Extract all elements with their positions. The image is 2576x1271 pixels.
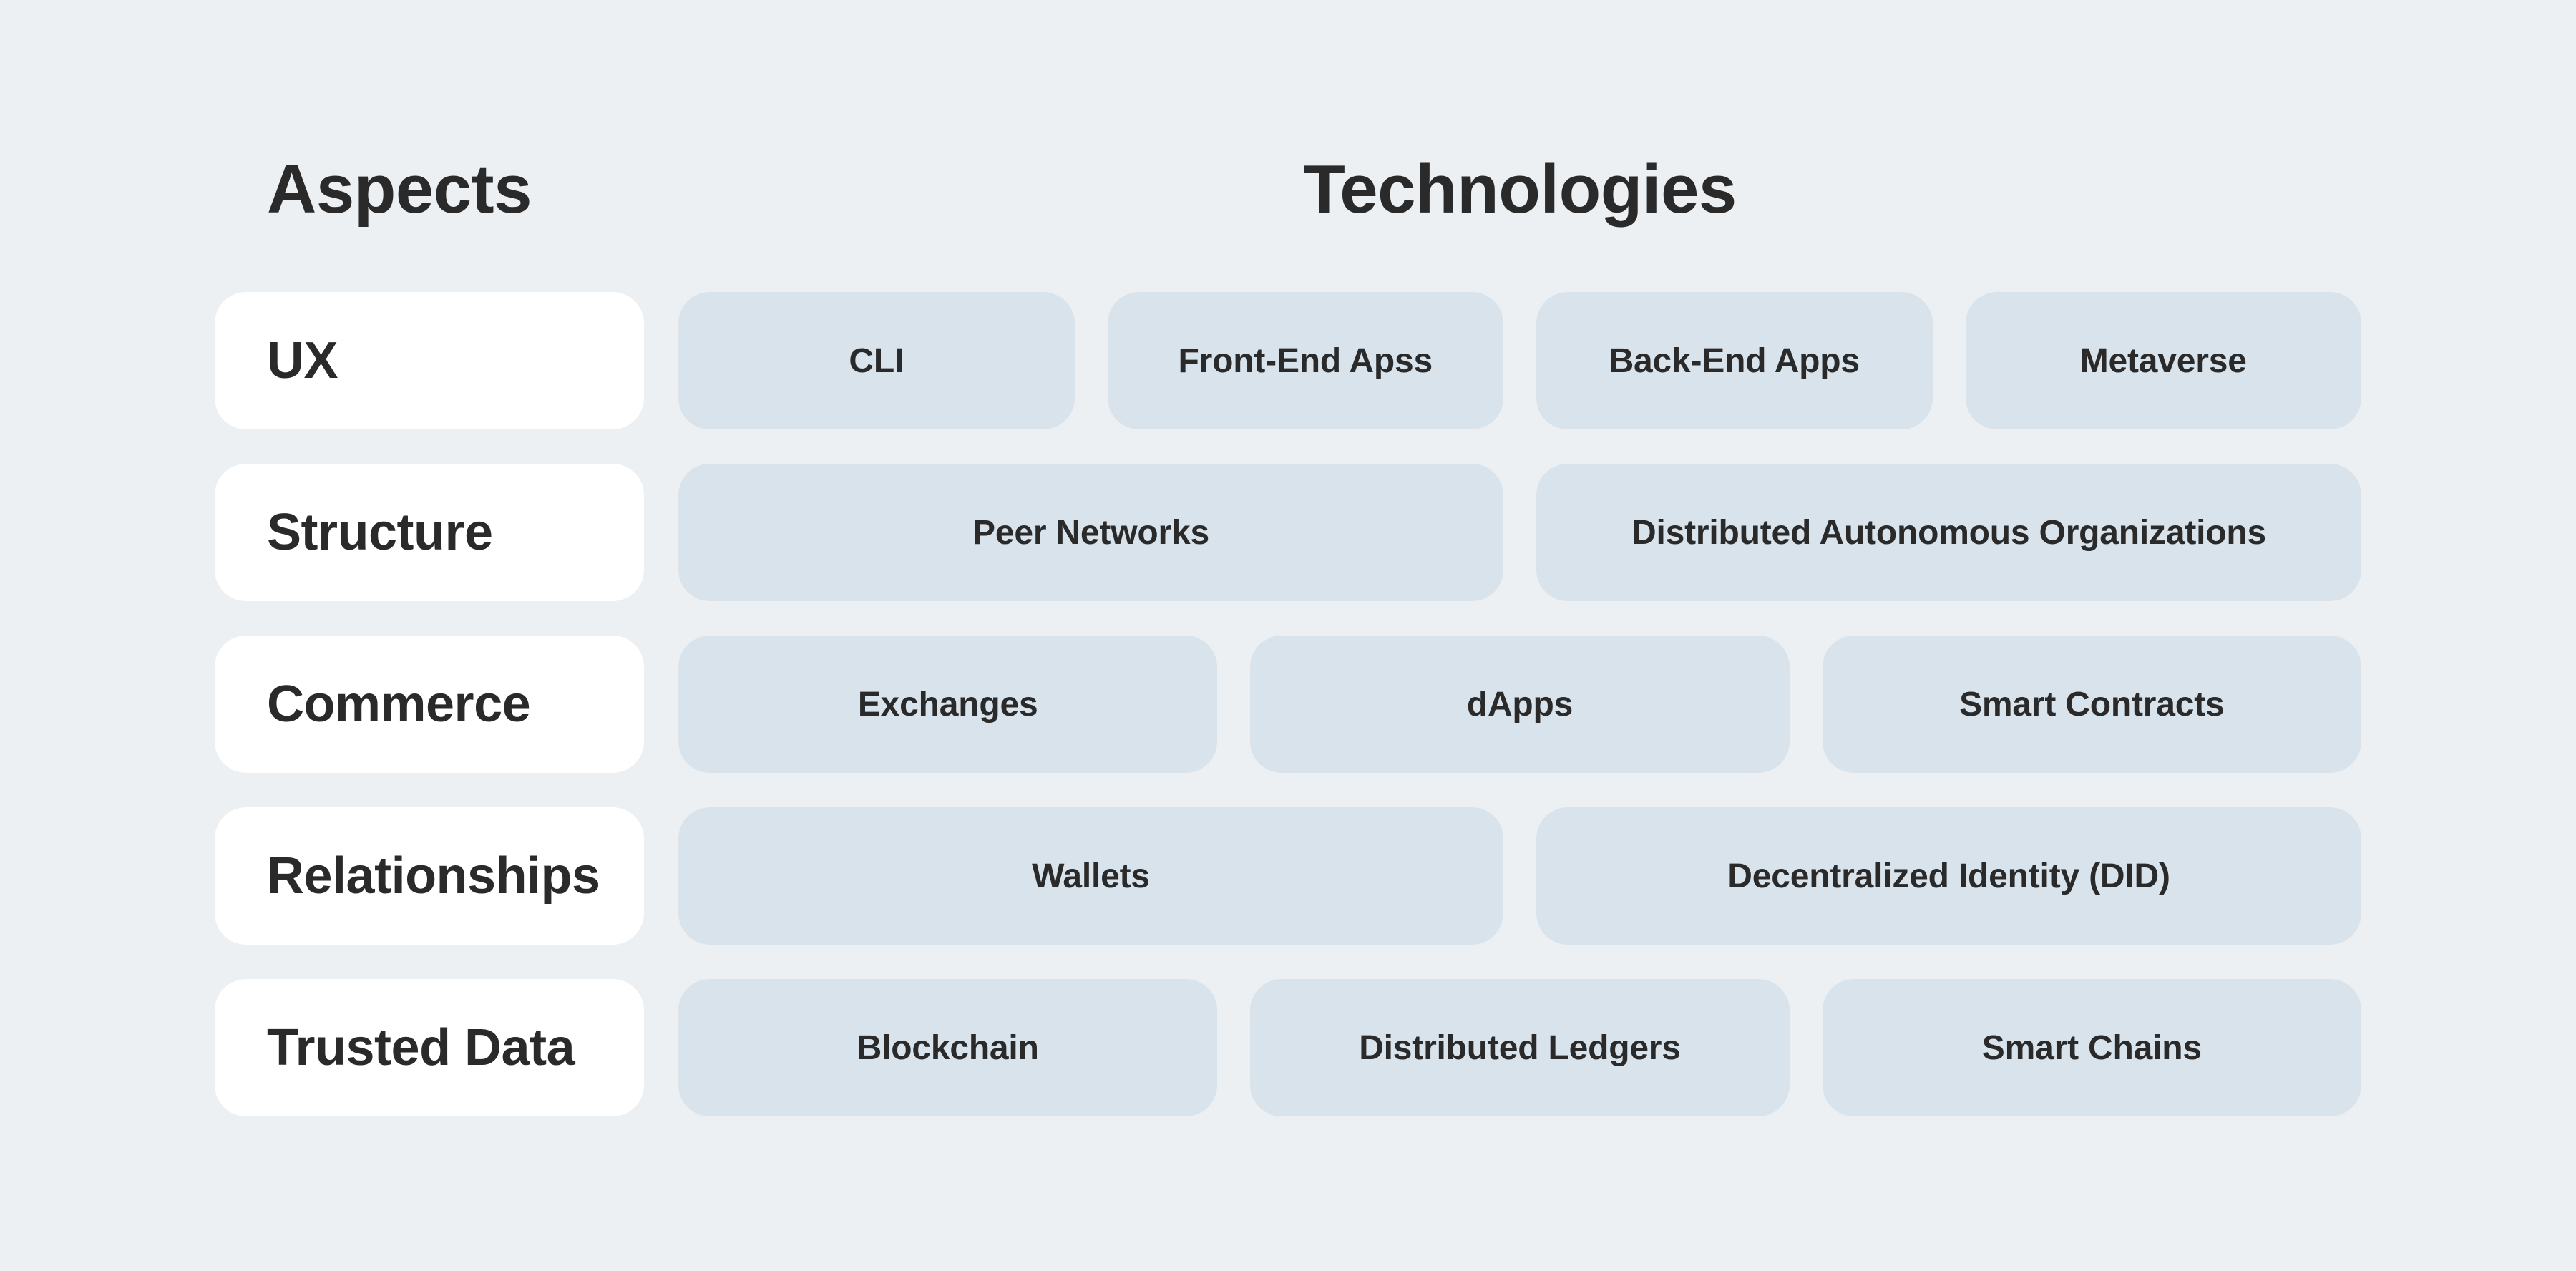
tech-cell-wallets: Wallets bbox=[678, 807, 1503, 945]
aspects-technologies-grid: UX CLI Front-End Apss Back-End Apps Meta… bbox=[215, 292, 2361, 1151]
tech-cell-peer-networks: Peer Networks bbox=[678, 464, 1503, 601]
tech-cell-distributed-ledgers: Distributed Ledgers bbox=[1250, 979, 1790, 1116]
tech-cells-relationships: Wallets Decentralized Identity (DID) bbox=[678, 807, 2361, 945]
tech-cells-structure: Peer Networks Distributed Autonomous Org… bbox=[678, 464, 2361, 601]
tech-cell-smart-chains: Smart Chains bbox=[1822, 979, 2361, 1116]
technologies-heading: Technologies bbox=[1303, 151, 1737, 228]
tech-cells-trusted-data: Blockchain Distributed Ledgers Smart Cha… bbox=[678, 979, 2361, 1116]
tech-cell-cli: CLI bbox=[678, 292, 1075, 429]
aspect-cell-trusted-data: Trusted Data bbox=[215, 979, 644, 1116]
aspect-cell-structure: Structure bbox=[215, 464, 644, 601]
tech-cell-exchanges: Exchanges bbox=[678, 636, 1218, 773]
tech-cell-dapps: dApps bbox=[1250, 636, 1790, 773]
tech-cell-front-end-apps: Front-End Apss bbox=[1107, 292, 1503, 429]
aspect-cell-ux: UX bbox=[215, 292, 644, 429]
row-structure: Structure Peer Networks Distributed Auto… bbox=[215, 464, 2361, 601]
row-trusted-data: Trusted Data Blockchain Distributed Ledg… bbox=[215, 979, 2361, 1116]
tech-cells-ux: CLI Front-End Apss Back-End Apps Metaver… bbox=[678, 292, 2361, 429]
diagram-canvas: { "headers": { "aspects": "Aspects", "te… bbox=[0, 0, 2576, 1271]
tech-cells-commerce: Exchanges dApps Smart Contracts bbox=[678, 636, 2361, 773]
tech-cell-did: Decentralized Identity (DID) bbox=[1536, 807, 2361, 945]
tech-cell-metaverse: Metaverse bbox=[1965, 292, 2361, 429]
row-relationships: Relationships Wallets Decentralized Iden… bbox=[215, 807, 2361, 945]
aspect-cell-relationships: Relationships bbox=[215, 807, 644, 945]
tech-cell-daos: Distributed Autonomous Organizations bbox=[1536, 464, 2361, 601]
aspect-cell-commerce: Commerce bbox=[215, 636, 644, 773]
row-ux: UX CLI Front-End Apss Back-End Apps Meta… bbox=[215, 292, 2361, 429]
tech-cell-back-end-apps: Back-End Apps bbox=[1536, 292, 1933, 429]
tech-cell-smart-contracts: Smart Contracts bbox=[1822, 636, 2361, 773]
aspects-heading: Aspects bbox=[267, 151, 532, 228]
tech-cell-blockchain: Blockchain bbox=[678, 979, 1218, 1116]
row-commerce: Commerce Exchanges dApps Smart Contracts bbox=[215, 636, 2361, 773]
